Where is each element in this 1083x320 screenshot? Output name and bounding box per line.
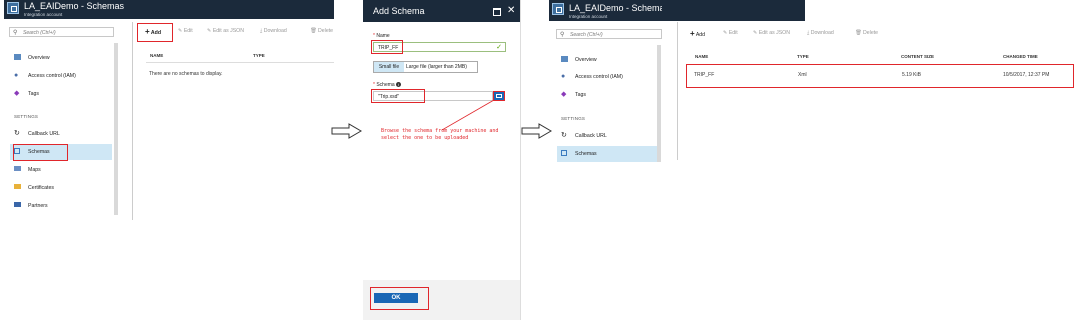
refresh-icon: ↻ <box>14 130 20 137</box>
schema-label: * Schema i <box>373 82 402 88</box>
download-button[interactable]: ⤓ Download <box>807 30 834 37</box>
check-icon: ✓ <box>496 44 502 51</box>
dialog-title: Add Schema <box>373 6 425 16</box>
add-button[interactable]: + Add <box>690 29 705 38</box>
pencil-icon: ✎ <box>207 28 212 34</box>
settings-header: SETTINGS <box>14 114 39 119</box>
partners-icon <box>14 202 21 207</box>
sidebar-scrollbar[interactable] <box>657 45 661 162</box>
page-subtitle: Integration account <box>24 12 63 17</box>
search-icon: ⚲ <box>560 32 565 38</box>
download-button[interactable]: ⤓ Download <box>260 28 287 35</box>
sidebar-scrollbar[interactable] <box>114 43 118 215</box>
column-header-type: TYPE <box>797 54 809 59</box>
trash-icon: 🗑 <box>310 28 317 34</box>
info-icon: i <box>396 82 402 87</box>
tag-icon: ◆ <box>14 90 20 97</box>
edit-as-json-button[interactable]: ✎ Edit as JSON <box>207 28 244 34</box>
delete-button[interactable]: 🗑 Delete <box>855 30 878 36</box>
search-input[interactable]: ⚲ Search (Ctrl+/) <box>9 27 114 37</box>
map-icon <box>14 166 21 171</box>
search-icon: ⚲ <box>13 30 18 36</box>
integration-account-icon <box>552 3 564 15</box>
new-schema-row-highlight <box>686 64 1074 88</box>
page-title: LA_EAIDemo - Schemas <box>24 1 125 11</box>
schemas-highlight <box>13 144 68 161</box>
sidebar-item-certificates[interactable]: Certificates <box>10 180 120 196</box>
search-input[interactable]: ⚲ Search (Ctrl+/) <box>556 29 662 39</box>
edit-button[interactable]: ✎ Edit <box>723 30 738 36</box>
sidebar-item-maps[interactable]: Maps <box>10 162 120 178</box>
column-header-type: TYPE <box>253 53 265 58</box>
column-header-content-size: CONTENT SIZE <box>901 54 935 59</box>
overview-icon <box>14 54 21 60</box>
panel-schemas-list: LA_EAIDemo - Schemas Integration account… <box>545 0 1083 165</box>
plus-icon: + <box>690 29 695 38</box>
add-schema-dialog: Add Schema ✕ * Name TRIP_FF ✓ Small file… <box>363 0 521 320</box>
refresh-icon: ↻ <box>561 132 567 139</box>
small-file-option[interactable]: Small file <box>374 62 404 72</box>
sidebar-divider <box>677 22 678 160</box>
pencil-icon: ✎ <box>753 30 758 36</box>
name-highlight <box>371 40 403 54</box>
download-icon: ⤓ <box>807 30 810 36</box>
title-bar: LA_EAIDemo - Schemas Integration account <box>549 0 669 21</box>
sidebar-item-callback-url[interactable]: ↻ Callback URL <box>10 126 120 142</box>
trash-icon: 🗑 <box>855 30 862 36</box>
table-header-divider <box>146 62 334 63</box>
name-label: * Name <box>373 33 390 39</box>
page-subtitle: Integration account <box>569 14 608 19</box>
sidebar-item-callback-url[interactable]: ↻ Callback URL <box>557 128 667 144</box>
sidebar-item-overview[interactable]: Overview <box>557 52 667 68</box>
sidebar-item-access-control[interactable]: ● Access control (IAM) <box>557 69 667 85</box>
flow-arrow-icon <box>331 123 362 139</box>
sidebar-item-access-control[interactable]: ● Access control (IAM) <box>10 68 120 84</box>
people-icon: ● <box>561 73 566 80</box>
close-icon[interactable]: ✕ <box>507 5 515 16</box>
pencil-icon: ✎ <box>178 28 183 34</box>
file-size-toggle[interactable]: Small file Large file (larger than 2MB) <box>373 61 478 73</box>
schema-icon <box>561 150 567 156</box>
column-header-name: NAME <box>695 54 709 59</box>
browse-instruction-note: Browse the schema from your machine and … <box>381 128 499 141</box>
sidebar-item-tags[interactable]: ◆ Tags <box>10 86 120 102</box>
schema-highlight <box>371 89 425 103</box>
certificate-icon <box>14 184 21 189</box>
tag-icon: ◆ <box>561 91 567 98</box>
integration-account-icon <box>7 2 19 14</box>
dialog-title-bar: Add Schema ✕ <box>363 0 520 22</box>
sidebar-divider <box>132 22 133 220</box>
maximize-icon[interactable] <box>493 8 501 16</box>
edit-button[interactable]: ✎ Edit <box>178 28 193 34</box>
title-bar-extension <box>662 0 805 21</box>
sidebar-item-tags[interactable]: ◆ Tags <box>557 87 667 103</box>
download-icon: ⤓ <box>260 28 263 34</box>
settings-header: SETTINGS <box>561 116 586 121</box>
delete-button[interactable]: 🗑 Delete <box>310 28 333 34</box>
people-icon: ● <box>14 72 19 79</box>
column-header-changed-time: CHANGED TIME <box>1003 54 1038 59</box>
overview-icon <box>561 56 568 62</box>
empty-table-message: There are no schemas to display. <box>149 71 223 77</box>
large-file-option[interactable]: Large file (larger than 2MB) <box>406 62 467 72</box>
column-header-name: NAME <box>150 53 164 58</box>
sidebar-item-partners[interactable]: Partners <box>10 198 120 214</box>
sidebar-item-overview[interactable]: Overview <box>10 50 120 66</box>
panel-schemas-empty: LA_EAIDemo - Schemas Integration account… <box>0 0 335 220</box>
pencil-icon: ✎ <box>723 30 728 36</box>
page-title: LA_EAIDemo - Schemas <box>569 3 670 13</box>
add-highlight <box>137 23 173 42</box>
ok-highlight <box>370 287 429 310</box>
edit-as-json-button[interactable]: ✎ Edit as JSON <box>753 30 790 36</box>
title-bar: LA_EAIDemo - Schemas Integration account <box>4 0 334 19</box>
sidebar-item-schemas[interactable]: Schemas <box>557 146 657 162</box>
